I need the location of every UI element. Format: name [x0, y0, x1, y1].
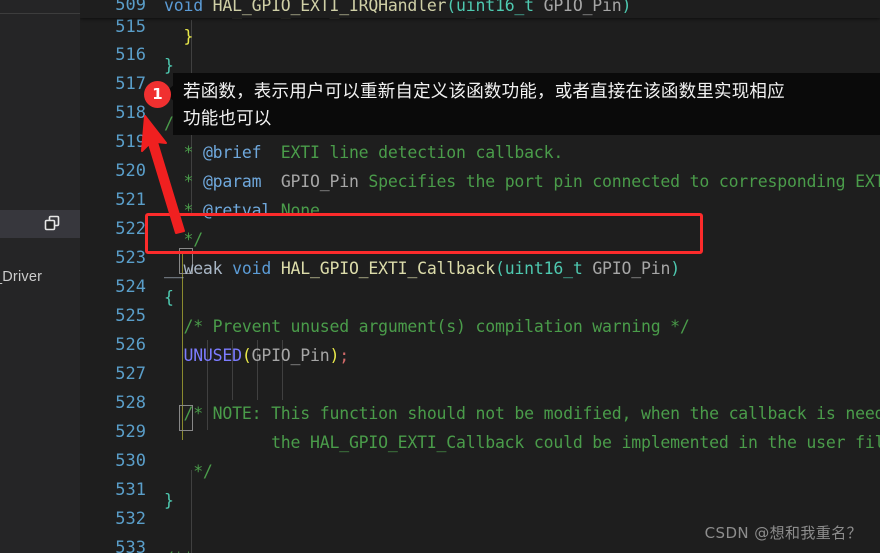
annotation-badge: 1: [144, 81, 171, 108]
code-text: * @retval None: [164, 201, 320, 220]
code-text: the HAL_GPIO_EXTI_Callback could be impl…: [164, 433, 880, 452]
sidebar-item-0[interactable]: [0, 210, 80, 238]
annotation-callout: 若函数，表示用户可以重新自定义该函数功能，或者直接在该函数里实现相应 功能也可以: [173, 73, 880, 135]
callout-line-1: 若函数，表示用户可以重新自定义该函数功能，或者直接在该函数里实现相应: [183, 82, 785, 102]
code-text: }: [183, 27, 194, 46]
code-line-522[interactable]: 522 * @retval None: [80, 196, 880, 239]
code-text: * @param GPIO_Pin Specifies the port pin…: [164, 172, 880, 191]
copy-files-icon: [44, 215, 62, 233]
code-text: /**: [164, 544, 193, 553]
sidebar-item-1[interactable]: _Driver: [0, 265, 80, 293]
code-text: /* NOTE: This function should not be mod…: [164, 404, 880, 423]
sidebar-divider: [0, 13, 80, 14]
code-line-521[interactable]: 521 * @param GPIO_Pin Specifies the port…: [80, 167, 880, 210]
code-text: __weak void HAL_GPIO_EXTI_Callback(uint1…: [164, 259, 680, 278]
code-line-516[interactable]: 516 }: [80, 22, 880, 65]
sidebar-item-label: _Driver: [0, 269, 43, 285]
code-line-520[interactable]: 520 * @brief EXTI line detection callbac…: [80, 138, 880, 181]
code-text: */: [164, 462, 213, 481]
callout-line-2: 功能也可以: [183, 109, 272, 129]
code-line-534[interactable]: 534 /**: [80, 544, 880, 553]
code-line-531[interactable]: 531 */: [80, 457, 880, 500]
code-line-523[interactable]: 523 */: [80, 225, 880, 268]
code-text: */: [164, 230, 203, 249]
code-text: /* Prevent unused argument(s) compilatio…: [164, 317, 690, 336]
code-text: }: [164, 491, 174, 510]
sticky-code-text: void HAL_GPIO_EXTI_IRQHandler(uint16_t G…: [164, 0, 632, 15]
code-line-527[interactable]: 527 UNUSED(GPIO_Pin);: [80, 341, 880, 384]
code-line-532[interactable]: 532 }: [80, 486, 880, 529]
code-line-524[interactable]: 524 __weak void HAL_GPIO_EXTI_Callback(u…: [80, 254, 880, 297]
watermark: CSDN @想和我重名？: [704, 524, 862, 542]
code-line-529[interactable]: 529 /* NOTE: This function should not be…: [80, 399, 880, 442]
sidebar: _Driver: [0, 0, 80, 553]
editor-window: _Driver 515 HAL_GPIO_EXTI_Callback(GPIO_…: [0, 0, 880, 553]
code-line-526[interactable]: 526 /* Prevent unused argument(s) compil…: [80, 312, 880, 355]
code-text: {: [164, 288, 174, 307]
code-text: UNUSED(GPIO_Pin);: [183, 346, 349, 365]
sticky-line-number: 509: [115, 0, 146, 15]
sticky-scroll-header[interactable]: 509 void HAL_GPIO_EXTI_IRQHandler(uint16…: [80, 0, 880, 18]
code-line-528[interactable]: 528: [80, 370, 880, 413]
code-text: * @brief EXTI line detection callback.: [164, 143, 564, 162]
code-line-525[interactable]: 525 {: [80, 283, 880, 326]
code-line-530[interactable]: 530 the HAL_GPIO_EXTI_Callback could be …: [80, 428, 880, 471]
